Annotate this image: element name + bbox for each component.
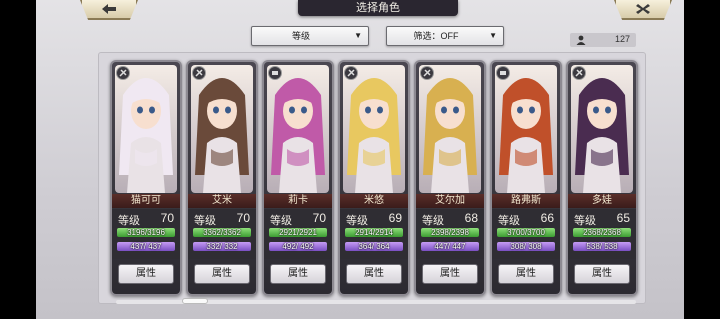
character-stats: 等级 70 3196/3196 437/ 437 [112, 209, 180, 259]
class-badge-icon [572, 66, 586, 80]
attribute-button[interactable]: 属性 [118, 264, 174, 284]
attribute-button[interactable]: 属性 [194, 264, 250, 284]
hp-bar: 2921/2921 [269, 228, 327, 237]
level-label: 等级 [422, 215, 444, 227]
level-label: 等级 [270, 215, 292, 227]
character-card[interactable]: 米悠 等级 69 2914/2914 364/ 364 属性 [338, 60, 410, 296]
character-portrait [495, 65, 557, 193]
character-stats: 等级 69 2914/2914 364/ 364 [340, 209, 408, 259]
left-black-frame [0, 0, 36, 319]
level-value: 65 [616, 211, 630, 225]
level-value: 66 [540, 211, 554, 225]
character-portrait [267, 65, 329, 193]
character-count: 127 [614, 34, 630, 44]
filter-dropdown-label: 筛选：OFF [413, 31, 459, 41]
character-stats: 等级 66 3700/3700 308/ 308 [492, 209, 560, 259]
character-count-box: 127 [570, 33, 636, 47]
character-stats: 等级 70 2921/2921 492/ 492 [264, 209, 332, 259]
character-stats: 等级 70 3362/3362 332/ 332 [188, 209, 256, 259]
back-button[interactable] [80, 0, 138, 20]
sort-dropdown-label: 等级 [291, 31, 310, 41]
character-card[interactable]: 多娃 等级 65 2368/2368 538/ 538 属性 [566, 60, 638, 296]
character-portrait [571, 65, 633, 193]
level-label: 等级 [574, 215, 596, 227]
level-value: 70 [312, 211, 326, 225]
attribute-button[interactable]: 属性 [422, 264, 478, 284]
class-badge-icon [268, 66, 282, 80]
attribute-button[interactable]: 属性 [498, 264, 554, 284]
mp-bar: 364/ 364 [345, 242, 403, 251]
close-button[interactable] [614, 0, 672, 20]
level-value: 70 [160, 211, 174, 225]
level-value: 70 [236, 211, 250, 225]
level-label: 等级 [194, 215, 216, 227]
mp-bar: 538/ 538 [573, 242, 631, 251]
filter-dropdown[interactable]: 筛选：OFF ▼ [386, 26, 504, 46]
character-portrait [343, 65, 405, 193]
mp-bar: 332/ 332 [193, 242, 251, 251]
hp-bar: 3196/3196 [117, 228, 175, 237]
class-badge-icon [192, 66, 206, 80]
sort-dropdown[interactable]: 等级 ▼ [251, 26, 369, 46]
character-name: 米悠 [340, 194, 408, 208]
character-portrait [115, 65, 177, 193]
attribute-button[interactable]: 属性 [346, 264, 402, 284]
level-label: 等级 [118, 215, 140, 227]
level-value: 69 [388, 211, 402, 225]
right-black-frame [684, 0, 720, 319]
level-label: 等级 [346, 215, 368, 227]
dropdown-arrow-icon: ▼ [489, 31, 497, 40]
character-card[interactable]: 猫可可 等级 70 3196/3196 437/ 437 属性 [110, 60, 182, 296]
character-name: 艾米 [188, 194, 256, 208]
hp-bar: 2368/2368 [573, 228, 631, 237]
mp-bar: 308/ 308 [497, 242, 555, 251]
mp-bar: 492/ 492 [269, 242, 327, 251]
attribute-button[interactable]: 属性 [574, 264, 630, 284]
character-name: 莉卡 [264, 194, 332, 208]
character-name: 多娃 [568, 194, 636, 208]
hp-bar: 2914/2914 [345, 228, 403, 237]
hp-bar: 2398/2398 [421, 228, 479, 237]
page-title: 选择角色 [298, 0, 458, 16]
attribute-button[interactable]: 属性 [270, 264, 326, 284]
hp-bar: 3362/3362 [193, 228, 251, 237]
character-portrait [191, 65, 253, 193]
level-label: 等级 [498, 215, 520, 227]
character-stats: 等级 68 2398/2398 447/ 447 [416, 209, 484, 259]
hp-bar: 3700/3700 [497, 228, 555, 237]
character-name: 艾尔加 [416, 194, 484, 208]
character-card[interactable]: 艾尔加 等级 68 2398/2398 447/ 447 属性 [414, 60, 486, 296]
character-card[interactable]: 艾米 等级 70 3362/3362 332/ 332 属性 [186, 60, 258, 296]
level-value: 68 [464, 211, 478, 225]
class-badge-icon [420, 66, 434, 80]
close-icon [636, 4, 650, 14]
character-card[interactable]: 路弗斯 等级 66 3700/3700 308/ 308 属性 [490, 60, 562, 296]
character-stats: 等级 65 2368/2368 538/ 538 [568, 209, 636, 259]
back-arrow-icon [102, 4, 116, 14]
mp-bar: 437/ 437 [117, 242, 175, 251]
class-badge-icon [116, 66, 130, 80]
character-name: 路弗斯 [492, 194, 560, 208]
character-portrait [419, 65, 481, 193]
character-card[interactable]: 莉卡 等级 70 2921/2921 492/ 492 属性 [262, 60, 334, 296]
class-badge-icon [344, 66, 358, 80]
person-icon [576, 35, 586, 45]
dropdown-arrow-icon: ▼ [354, 31, 362, 40]
mp-bar: 447/ 447 [421, 242, 479, 251]
scrollbar-thumb[interactable] [182, 298, 208, 304]
class-badge-icon [496, 66, 510, 80]
character-name: 猫可可 [112, 194, 180, 208]
